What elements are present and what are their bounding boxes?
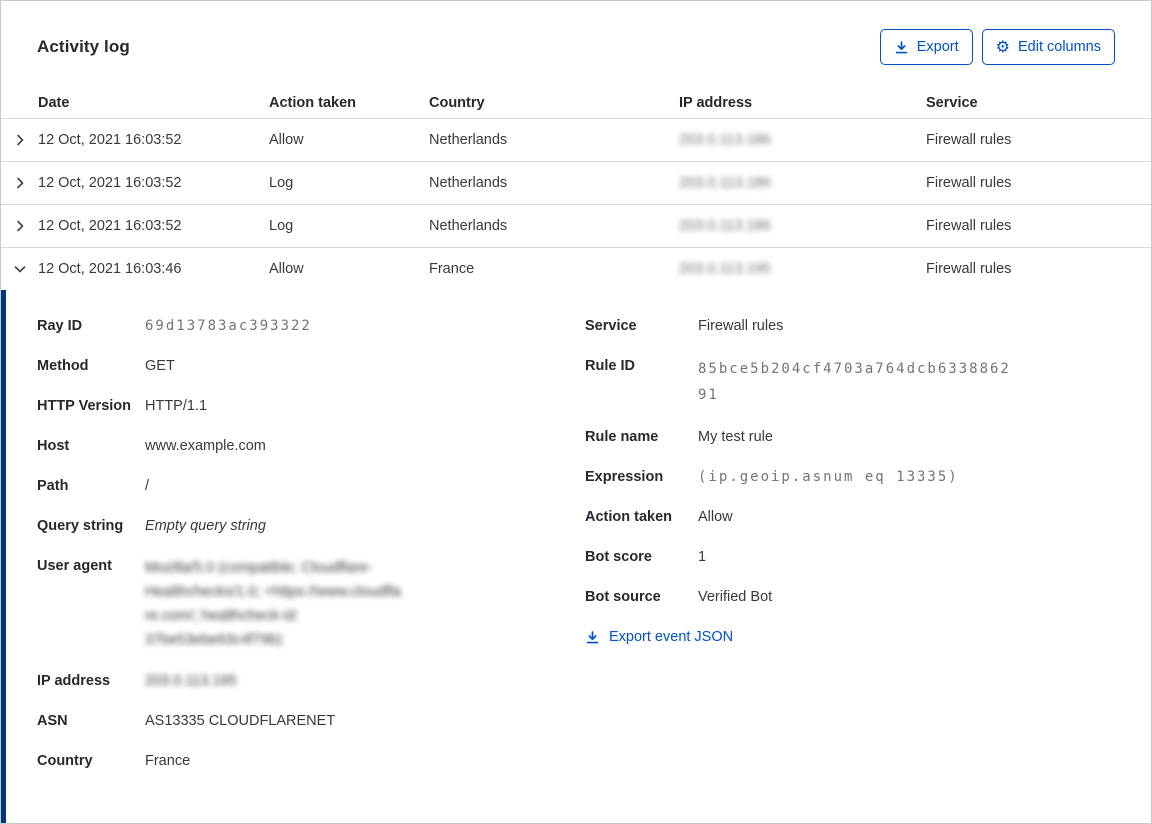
rule-name-value: My test rule [698,427,773,448]
cell-country: Netherlands [429,175,679,191]
method-value: GET [145,356,175,377]
detail-row-ray-id: Ray ID 69d13783ac393322 [37,316,457,337]
cell-date: 12 Oct, 2021 16:03:46 [38,261,269,277]
page-title: Activity log [37,37,130,57]
detail-row-user-agent: User agent Mozilla/5.0 (compatible; Clou… [37,556,457,652]
column-header-action: Action taken [269,95,429,111]
detail-row-rule-id: Rule ID 85bce5b204cf4703a764dcb633886291 [585,356,1015,408]
export-button-label: Export [917,39,959,55]
detail-row-rule-name: Rule name My test rule [585,427,1015,448]
detail-right-column: Service Firewall rules Rule ID 85bce5b20… [585,316,1015,650]
cell-country: Netherlands [429,132,679,148]
cell-date: 12 Oct, 2021 16:03:52 [38,218,269,234]
cell-service: Firewall rules [926,261,1151,277]
chevron-right-icon[interactable] [1,219,38,233]
path-value: / [145,476,149,497]
detail-row-path: Path / [37,476,457,497]
toolbar: Export ⚙ Edit columns [880,29,1115,65]
export-button[interactable]: Export [880,29,973,65]
expression-value: (ip.geoip.asnum eq 13335) [698,467,959,488]
column-header-ip-address: IP address [679,95,926,111]
download-icon [894,40,909,55]
user-agent-value-redacted: Mozilla/5.0 (compatible; Cloudflare- Hea… [145,556,401,652]
cell-ip-redacted: 203.0.113.186 [679,218,771,234]
download-icon [585,630,600,645]
cell-country: France [429,261,679,277]
cell-service: Firewall rules [926,175,1151,191]
cell-action: Allow [269,261,429,277]
http-version-value: HTTP/1.1 [145,396,207,417]
cell-ip-redacted: 203.0.113.186 [679,132,771,148]
cell-service: Firewall rules [926,132,1151,148]
table-row[interactable]: 12 Oct, 2021 16:03:52 Log Netherlands 20… [1,204,1151,247]
detail-row-country: Country France [37,751,457,772]
host-value: www.example.com [145,436,266,457]
detail-row-asn: ASN AS13335 CLOUDFLARENET [37,711,457,732]
cell-date: 12 Oct, 2021 16:03:52 [38,132,269,148]
asn-value: AS13335 CLOUDFLARENET [145,711,335,732]
chevron-right-icon[interactable] [1,133,38,147]
edit-columns-button-label: Edit columns [1018,39,1101,55]
detail-row-expression: Expression (ip.geoip.asnum eq 13335) [585,467,1015,488]
detail-row-method: Method GET [37,356,457,377]
rule-id-value: 85bce5b204cf4703a764dcb633886291 [698,356,1015,408]
bot-score-value: 1 [698,547,706,568]
detail-row-bot-source: Bot source Verified Bot [585,587,1015,608]
column-header-date: Date [38,95,269,111]
action-taken-value: Allow [698,507,733,528]
table-row[interactable]: 12 Oct, 2021 16:03:52 Allow Netherlands … [1,119,1151,161]
column-header-service: Service [926,95,1151,111]
cell-action: Allow [269,132,429,148]
activity-log-panel: Activity log Export ⚙ Edit columns Date … [0,0,1152,824]
country-value: France [145,751,190,772]
column-header-country: Country [429,95,679,111]
detail-left-column: Ray ID 69d13783ac393322 Method GET HTTP … [37,316,457,791]
table-header-row: Date Action taken Country IP address Ser… [1,87,1151,119]
detail-row-action-taken: Action taken Allow [585,507,1015,528]
detail-row-http-version: HTTP Version HTTP/1.1 [37,396,457,417]
cell-ip-redacted: 203.0.113.195 [679,261,771,277]
panel-header: Activity log Export ⚙ Edit columns [1,1,1151,87]
chevron-right-icon[interactable] [1,176,38,190]
chevron-down-icon[interactable] [1,262,38,276]
cell-country: Netherlands [429,218,679,234]
cell-service: Firewall rules [926,218,1151,234]
detail-row-service: Service Firewall rules [585,316,1015,337]
export-event-json-label: Export event JSON [609,629,733,645]
detail-row-bot-score: Bot score 1 [585,547,1015,568]
ray-id-value: 69d13783ac393322 [145,316,312,337]
detail-row-ip-address: IP address 203.0.113.195 [37,671,457,692]
bot-source-value: Verified Bot [698,587,772,608]
detail-row-host: Host www.example.com [37,436,457,457]
ip-address-value-redacted: 203.0.113.195 [145,671,237,692]
table-row-expanded[interactable]: 12 Oct, 2021 16:03:46 Allow France 203.0… [1,247,1151,290]
table-row[interactable]: 12 Oct, 2021 16:03:52 Log Netherlands 20… [1,161,1151,204]
gear-icon: ⚙ [996,39,1010,55]
cell-action: Log [269,218,429,234]
query-string-value: Empty query string [145,516,266,537]
service-value: Firewall rules [698,316,783,337]
cell-action: Log [269,175,429,191]
cell-ip-redacted: 203.0.113.186 [679,175,771,191]
edit-columns-button[interactable]: ⚙ Edit columns [982,29,1115,65]
cell-date: 12 Oct, 2021 16:03:52 [38,175,269,191]
detail-row-query-string: Query string Empty query string [37,516,457,537]
event-detail-panel: Ray ID 69d13783ac393322 Method GET HTTP … [1,290,1151,823]
export-event-json-link[interactable]: Export event JSON [585,629,733,645]
